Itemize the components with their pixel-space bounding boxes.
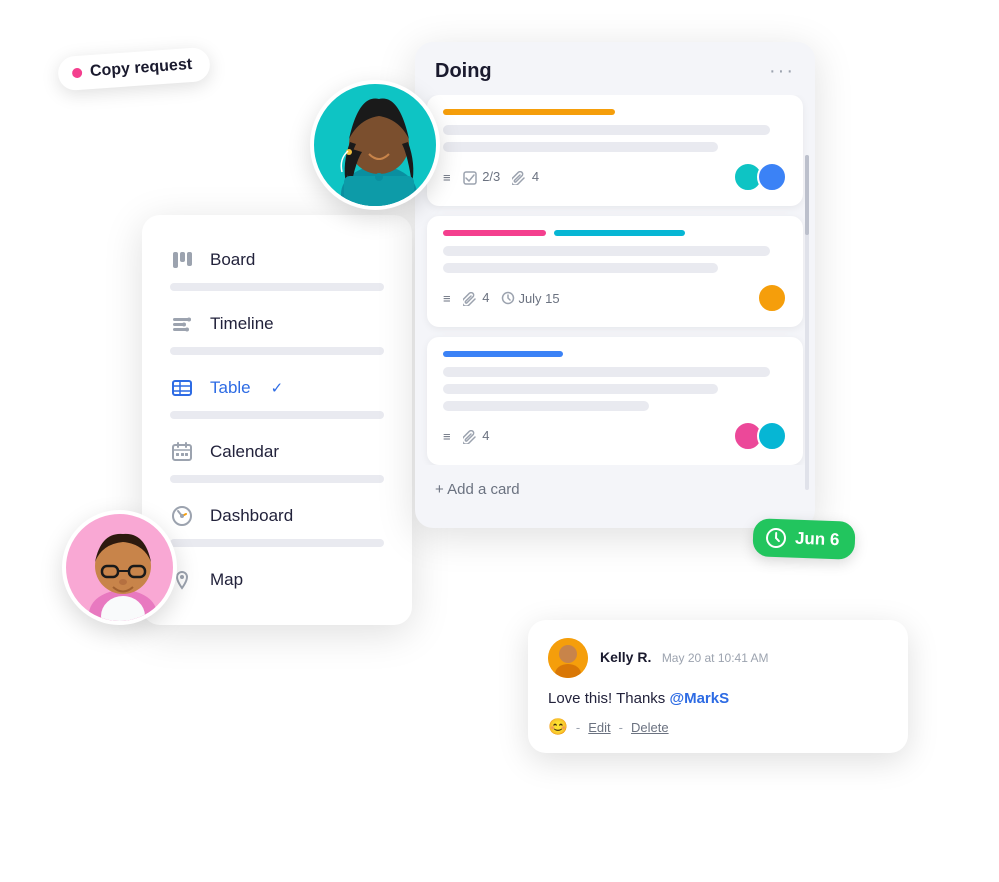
avatar-bottom-left [62, 510, 177, 625]
add-card-button[interactable]: + Add a card [415, 469, 815, 510]
sidebar-item-timeline[interactable]: Timeline [142, 301, 412, 347]
comment-user-info: Kelly R. May 20 at 10:41 AM [600, 649, 769, 667]
card-avatar-1b [757, 162, 787, 192]
copy-request-badge: Copy request [57, 47, 211, 92]
sidebar-item-board[interactable]: Board [142, 237, 412, 283]
table-check-icon: ✓ [271, 379, 284, 397]
clock-icon [765, 527, 788, 550]
card-avatars-1 [733, 162, 787, 192]
kanban-card-2[interactable]: ≡ 4 July 15 [427, 216, 803, 327]
calendar-label: Calendar [210, 442, 279, 462]
card-meta-2: ≡ 4 July 15 [443, 283, 787, 313]
comment-avatar-illustration [548, 638, 588, 678]
dashboard-sub-line [170, 539, 384, 547]
card-bar-pink [443, 230, 546, 236]
kanban-scrollbar-thumb [805, 155, 809, 235]
card-tasks-1: 2/3 [463, 169, 501, 185]
card-line-2a [443, 246, 770, 256]
card-avatars-3 [733, 421, 787, 451]
comment-separator-2: - [619, 720, 623, 735]
card-list-icon-1: ≡ [443, 170, 451, 185]
card-bar-cyan [554, 230, 685, 236]
card-color-bar-3 [443, 351, 563, 357]
kanban-cards: ≡ 2/3 4 [415, 95, 815, 465]
kanban-card-3[interactable]: ≡ 4 [427, 337, 803, 465]
comment-emoji-icon[interactable]: 😊 [548, 717, 568, 737]
timeline-icon [170, 312, 194, 336]
comment-delete-link[interactable]: Delete [631, 720, 669, 735]
timeline-label: Timeline [210, 314, 274, 334]
sidebar-item-calendar[interactable]: Calendar [142, 429, 412, 475]
sidebar-item-table[interactable]: Table ✓ [142, 365, 412, 411]
calendar-icon [170, 440, 194, 464]
card-line-2b [443, 263, 718, 273]
comment-avatar [548, 638, 588, 678]
card-attach-1: 4 [512, 169, 539, 185]
card-meta-1: ≡ 2/3 4 [443, 162, 787, 192]
card-list-icon-3: ≡ [443, 429, 451, 444]
table-sub-line [170, 411, 384, 419]
dashboard-label: Dashboard [210, 506, 293, 526]
card-line-1b [443, 142, 718, 152]
dashboard-icon [170, 504, 194, 528]
table-label: Table [210, 378, 251, 398]
card-meta-3: ≡ 4 [443, 421, 787, 451]
card-color-bar-1 [443, 109, 615, 115]
date-badge-label: Jun 6 [795, 529, 840, 551]
calendar-sub-line [170, 475, 384, 483]
board-label: Board [210, 250, 255, 270]
comment-text: Love this! Thanks @MarkS [548, 690, 888, 707]
card-meta-left-2: ≡ 4 July 15 [443, 290, 560, 306]
card-meta-left-1: ≡ 2/3 4 [443, 169, 539, 185]
card-line-3b [443, 384, 718, 394]
card-line-3a [443, 367, 770, 377]
card-avatar-2a [757, 283, 787, 313]
copy-request-dot [72, 68, 83, 79]
kanban-more-button[interactable]: ··· [769, 60, 795, 83]
comment-username: Kelly R. [600, 649, 651, 665]
table-icon [170, 376, 194, 400]
comment-header: Kelly R. May 20 at 10:41 AM [548, 638, 888, 678]
card-line-3c [443, 401, 649, 411]
sidebar-panel: Board Timeline Table ✓ [142, 215, 412, 625]
card-avatars-2 [757, 283, 787, 313]
card-avatar-3b [757, 421, 787, 451]
card-meta-left-3: ≡ 4 [443, 428, 489, 444]
card-date-2: July 15 [501, 291, 559, 306]
card-attach-2: 4 [463, 290, 490, 306]
comment-separator-1: - [576, 720, 580, 735]
timeline-sub-line [170, 347, 384, 355]
card-line-1a [443, 125, 770, 135]
avatar-top [310, 80, 440, 210]
comment-edit-link[interactable]: Edit [588, 720, 610, 735]
card-list-icon-2: ≡ [443, 291, 451, 306]
board-icon [170, 248, 194, 272]
comment-mention: @MarkS [669, 690, 729, 707]
comment-main-text: Love this! Thanks [548, 690, 669, 707]
kanban-scrollbar[interactable] [805, 155, 809, 490]
sidebar-item-map[interactable]: Map [142, 557, 412, 603]
kanban-panel: Doing ··· ≡ [415, 42, 815, 528]
kanban-header: Doing ··· [415, 42, 815, 95]
board-sub-line [170, 283, 384, 291]
copy-request-label: Copy request [89, 56, 192, 81]
date-badge: Jun 6 [752, 518, 856, 560]
comment-card: Kelly R. May 20 at 10:41 AM Love this! T… [528, 620, 908, 753]
card-color-bars-2 [443, 230, 787, 236]
map-label: Map [210, 570, 243, 590]
comment-timestamp: May 20 at 10:41 AM [662, 651, 769, 665]
kanban-card-1[interactable]: ≡ 2/3 4 [427, 95, 803, 206]
kanban-column-title: Doing [435, 60, 492, 83]
comment-actions: 😊 - Edit - Delete [548, 717, 888, 737]
sidebar-item-dashboard[interactable]: Dashboard [142, 493, 412, 539]
card-attach-3: 4 [463, 428, 490, 444]
